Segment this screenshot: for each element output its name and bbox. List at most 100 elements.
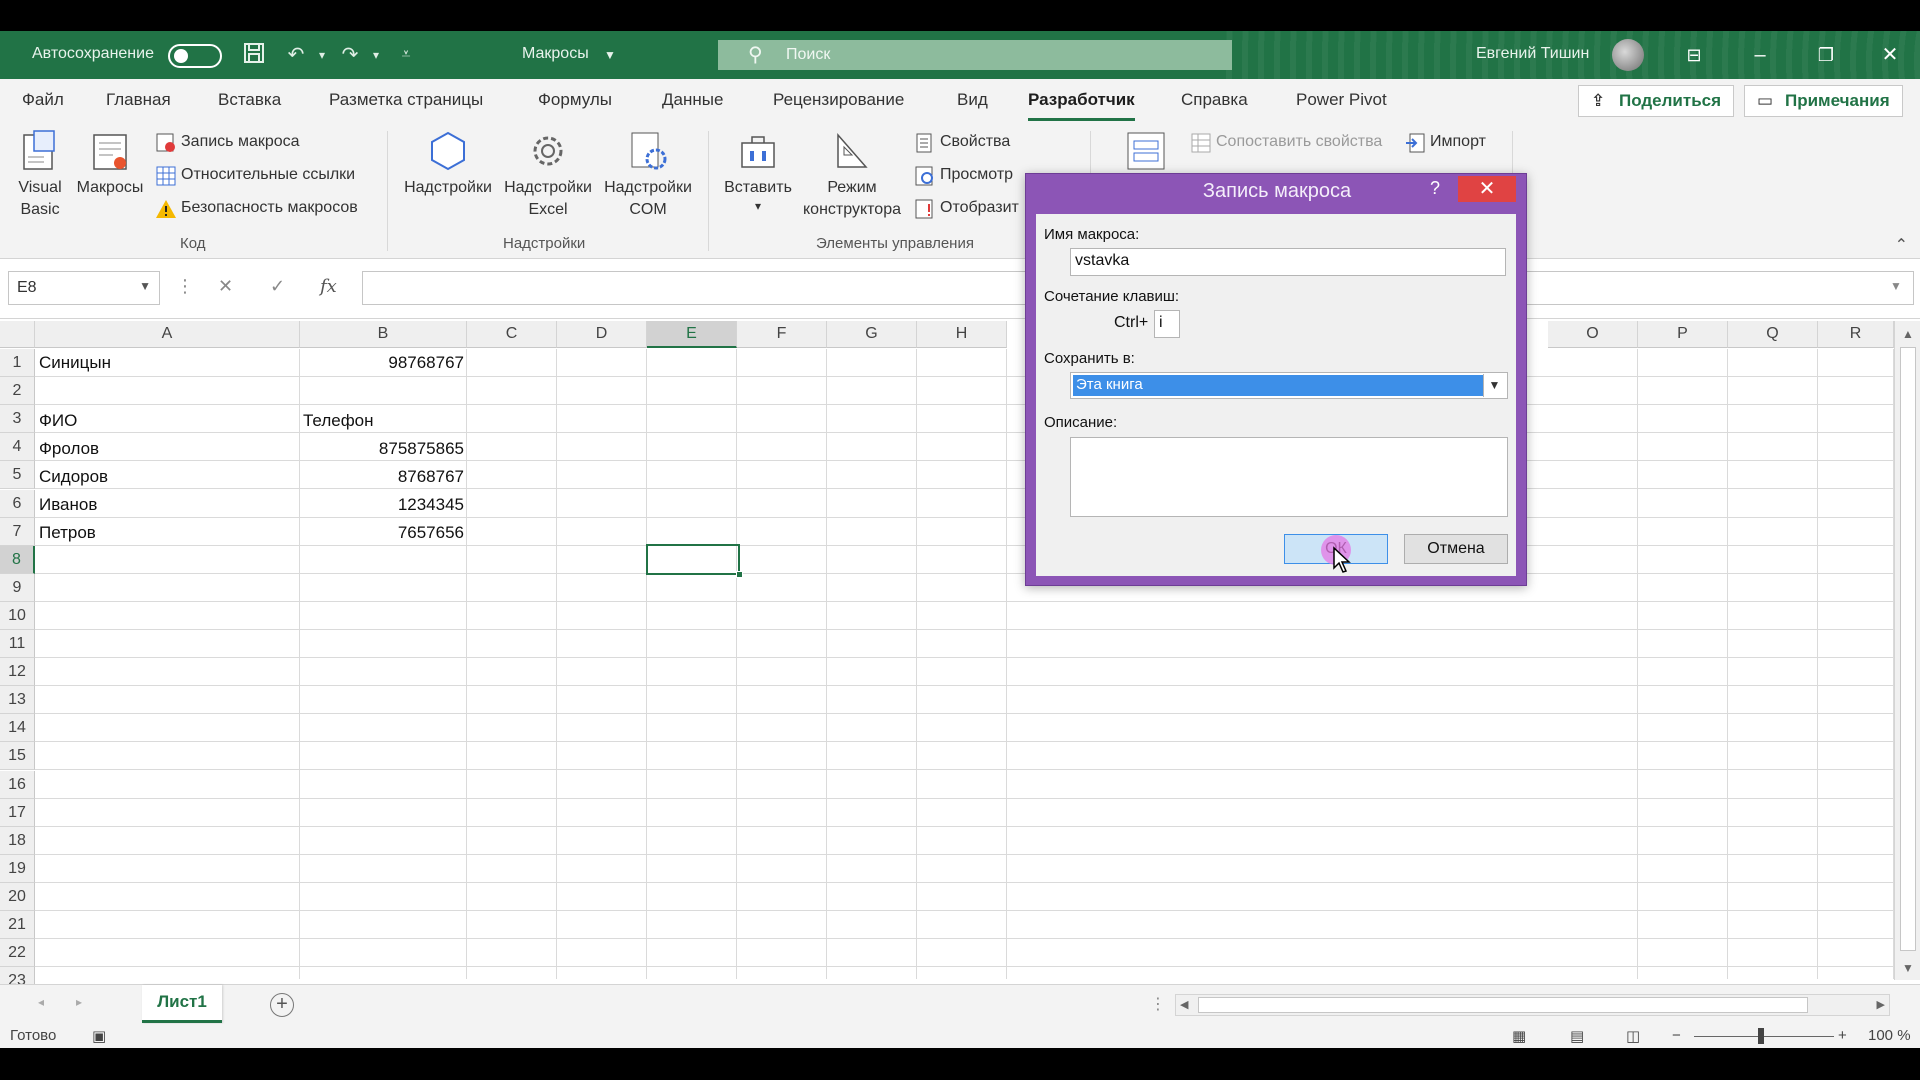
cancel-button[interactable]: Отмена (1404, 534, 1508, 564)
tab-data[interactable]: Данные (662, 90, 723, 110)
row-header-21[interactable]: 21 (0, 911, 35, 939)
cancel-icon[interactable]: ✕ (218, 276, 233, 297)
select-all-corner[interactable] (0, 321, 35, 348)
row-header-6[interactable]: 6 (0, 489, 35, 518)
row-header-1[interactable]: 1 (0, 349, 35, 377)
horizontal-scroll-thumb[interactable] (1198, 997, 1808, 1013)
zoom-in-icon[interactable]: + (1838, 1027, 1847, 1044)
expand-formula-chevron-icon[interactable]: ▼ (1890, 279, 1902, 293)
row-header-14[interactable]: 14 (0, 714, 35, 743)
cell-a3[interactable]: ФИО (39, 407, 77, 435)
page-break-view-icon[interactable]: ◫ (1626, 1027, 1640, 1045)
tab-split-handle-icon[interactable]: ⋮ (1150, 994, 1166, 1014)
vertical-scroll-thumb[interactable] (1900, 347, 1916, 951)
user-name[interactable]: Евгений Тишин (1476, 45, 1589, 63)
horizontal-scrollbar[interactable]: ◀ ▶ (1175, 994, 1890, 1016)
collapse-ribbon-icon[interactable]: ⌃ (1895, 235, 1908, 255)
cell-b4[interactable]: 875875865 (300, 435, 464, 463)
cell-b5[interactable]: 8768767 (300, 463, 464, 491)
page-layout-view-icon[interactable]: ▤ (1570, 1027, 1584, 1045)
com-addins-button[interactable]: Надстройки COM (600, 129, 696, 221)
spreadsheet-grid[interactable]: ABCDEFGHOPQR 1 2 3 4 5 6 7 8 9 10 11 12 13 14 15 16 17 18… (0, 319, 1920, 984)
avatar[interactable] (1612, 39, 1644, 71)
cell-a1[interactable]: Синицын (39, 349, 111, 377)
name-box-chevron-down-icon[interactable]: ▼ (139, 279, 151, 293)
column-header-h[interactable]: H (917, 321, 1007, 348)
excel-addins-button[interactable]: Надстройки Excel (500, 129, 596, 221)
row-header-2[interactable]: 2 (0, 377, 35, 406)
column-header-q[interactable]: Q (1728, 321, 1818, 348)
share-button[interactable]: ⇪ Поделиться (1578, 85, 1735, 117)
column-header-b[interactable]: B (300, 321, 467, 348)
comments-button[interactable]: ▭ Примечания (1744, 85, 1903, 117)
shortcut-key-input[interactable]: i (1154, 310, 1180, 338)
insert-control-button[interactable]: Вставить ▾ (716, 129, 800, 213)
tab-insert[interactable]: Вставка (218, 90, 281, 110)
row-header-17[interactable]: 17 (0, 798, 35, 827)
tab-file[interactable]: Файл (22, 90, 64, 110)
save-icon[interactable] (240, 41, 268, 69)
zoom-slider-thumb[interactable] (1758, 1028, 1764, 1044)
redo-dropdown-icon[interactable]: ▾ (362, 41, 390, 69)
redo-icon[interactable]: ↷ (336, 41, 364, 69)
minimize-icon[interactable]: – (1742, 41, 1778, 69)
fill-handle[interactable] (736, 571, 743, 578)
import-button[interactable]: Импорт (1404, 133, 1486, 153)
row-header-13[interactable]: 13 (0, 686, 35, 715)
row-header-23[interactable]: 23 (0, 967, 35, 984)
macro-recording-icon[interactable]: ▣ (92, 1027, 106, 1045)
tab-help[interactable]: Справка (1181, 90, 1248, 110)
row-header-3[interactable]: 3 (0, 405, 35, 434)
column-header-g[interactable]: G (827, 321, 917, 348)
restore-icon[interactable]: ❐ (1808, 41, 1844, 69)
column-header-d[interactable]: D (557, 321, 647, 348)
chevron-down-icon[interactable]: ▼ (1483, 374, 1505, 397)
row-header-10[interactable]: 10 (0, 601, 35, 630)
macro-security-button[interactable]: Безопасность макросов (155, 199, 358, 218)
row-header-16[interactable]: 16 (0, 770, 35, 799)
search-input[interactable]: ⚲ Поиск (718, 40, 1232, 70)
view-code-button[interactable]: Просмотр (914, 166, 1013, 186)
column-header-a[interactable]: A (35, 321, 300, 348)
design-mode-button[interactable]: Режим конструктора (796, 129, 908, 221)
insert-function-button[interactable]: fx (320, 276, 337, 297)
visual-basic-button[interactable]: Visual Basic (10, 129, 70, 221)
row-header-11[interactable]: 11 (0, 630, 35, 658)
addins-button[interactable]: Надстройки (400, 129, 496, 199)
row-header-15[interactable]: 15 (0, 742, 35, 771)
undo-icon[interactable]: ↶ (282, 41, 310, 69)
normal-view-icon[interactable]: ▦ (1512, 1027, 1526, 1045)
cell-a5[interactable]: Сидоров (39, 463, 108, 491)
tab-page-layout[interactable]: Разметка страницы (329, 90, 483, 110)
scroll-down-icon[interactable]: ▼ (1902, 961, 1914, 975)
column-header-p[interactable]: P (1638, 321, 1728, 348)
row-header-5[interactable]: 5 (0, 461, 35, 490)
relative-refs-button[interactable]: Относительные ссылки (155, 166, 355, 186)
close-icon[interactable]: ✕ (1458, 176, 1516, 202)
tab-home[interactable]: Главная (106, 90, 171, 110)
scroll-right-icon[interactable]: ▶ (1877, 998, 1885, 1011)
tab-view[interactable]: Вид (957, 90, 988, 110)
row-header-19[interactable]: 19 (0, 854, 35, 883)
cell-b7[interactable]: 7657656 (300, 519, 464, 547)
row-header-20[interactable]: 20 (0, 882, 35, 911)
enter-icon[interactable]: ✓ (270, 276, 285, 297)
row-header-22[interactable]: 22 (0, 939, 35, 968)
column-header-o[interactable]: O (1548, 321, 1638, 348)
cell-a7[interactable]: Петров (39, 519, 96, 547)
column-header-r[interactable]: R (1818, 321, 1894, 348)
macro-name-input[interactable]: vstavka (1070, 248, 1506, 276)
macros-button[interactable]: Макросы (70, 129, 150, 199)
row-header-4[interactable]: 4 (0, 433, 35, 462)
autosave-toggle[interactable] (168, 44, 222, 68)
row-header-9[interactable]: 9 (0, 573, 35, 602)
record-macro-button[interactable]: Запись макроса (155, 133, 300, 152)
column-header-c[interactable]: C (467, 321, 557, 348)
prev-sheet-icon[interactable]: ◂ (38, 995, 44, 1009)
name-box[interactable]: E8 ▼ (8, 271, 160, 305)
tab-review[interactable]: Рецензирование (773, 90, 904, 110)
zoom-slider-track[interactable] (1694, 1036, 1834, 1037)
add-sheet-icon[interactable]: + (270, 993, 294, 1017)
description-textarea[interactable] (1070, 437, 1508, 517)
tab-power-pivot[interactable]: Power Pivot (1296, 90, 1387, 110)
